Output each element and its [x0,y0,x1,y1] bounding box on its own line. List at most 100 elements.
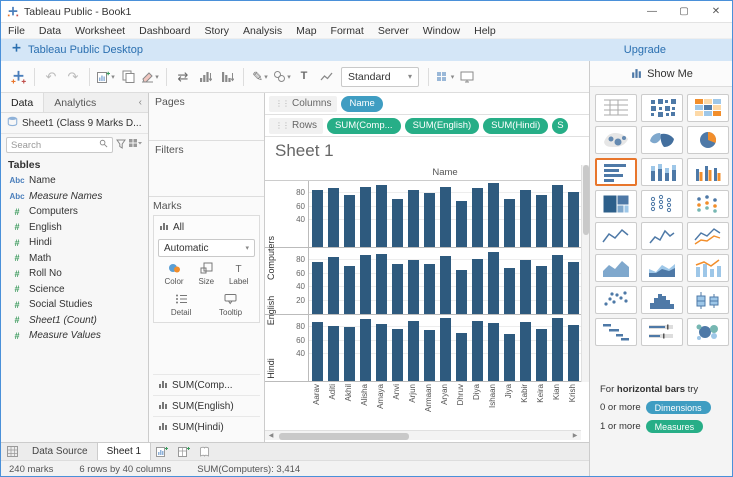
pill-sum-hindi-[interactable]: SUM(Hindi) [483,117,549,134]
mark-labels-button[interactable]: ▾ [435,65,455,89]
minimize-button[interactable]: — [636,1,668,22]
horizontal-scrollbar[interactable]: ◀ ▶ [265,430,581,440]
menu-dashboard[interactable]: Dashboard [132,23,197,38]
measure-card-sum-english-[interactable]: SUM(English) [153,395,260,416]
bar-computers-amaya[interactable] [375,185,387,247]
scroll-left-icon[interactable]: ◀ [265,432,277,439]
menu-story[interactable]: Story [197,23,236,38]
show-me-button[interactable]: Show Me [590,61,732,87]
bar-english-akhil[interactable] [343,265,355,314]
tooltip-button[interactable]: Tooltip [216,291,245,319]
view-options-icon[interactable] [129,138,143,152]
show-me-side-by-side-circles[interactable] [687,190,729,218]
bar-hindi-arjun[interactable] [407,320,419,381]
show-me-heat-map[interactable] [641,94,683,122]
new-worksheet-button[interactable]: ▾ [96,65,116,89]
field-hindi[interactable]: # Hindi [1,235,148,251]
bar-computers-akhil[interactable] [343,194,355,247]
group-members-button[interactable]: ▾ [272,65,292,89]
bar-english-kabir[interactable] [519,260,531,314]
tab-data[interactable]: Data [1,93,45,112]
bar-hindi-aditi[interactable] [327,326,339,381]
show-me-pie-chart[interactable] [687,126,729,154]
fit-dropdown[interactable]: Standard ▾ [341,66,419,87]
clear-sheet-button[interactable]: ▾ [140,65,160,89]
show-me-scatter-plot[interactable] [595,286,637,314]
menu-data[interactable]: Data [32,23,68,38]
show-me-area-chart-continuous[interactable] [595,254,637,282]
bar-computers-ishaan[interactable] [487,183,499,247]
highlight-button[interactable]: ✎ ▾ [250,65,270,89]
bar-hindi-amaya[interactable] [375,324,387,381]
mark-type-dropdown[interactable]: Automatic ▾ [158,239,255,257]
pages-shelf[interactable]: Pages [149,93,264,141]
show-me-text-table[interactable] [595,94,637,122]
field-measure-names[interactable]: Abc Measure Names [1,189,148,205]
pill-s[interactable]: S [552,117,569,134]
tab-analytics[interactable]: Analytics [44,93,106,112]
pill-sum-comp-[interactable]: SUM(Comp... [327,117,401,134]
show-me-box-and-whisker[interactable] [687,286,729,314]
bar-computers-diya[interactable] [471,188,483,247]
color-button[interactable]: Color [161,260,186,288]
new-story-tab-button[interactable] [195,443,217,460]
datasource-item[interactable]: Sheet1 (Class 9 Marks D... [1,113,148,134]
bar-hindi-anvi[interactable] [391,328,403,381]
show-me-gantt[interactable] [595,318,637,346]
columns-shelf[interactable]: ⋮⋮ Columns Name [265,93,589,115]
bar-computers-kian[interactable] [551,185,563,247]
bar-hindi-kabir[interactable] [519,322,531,381]
bar-computers-arjun[interactable] [407,190,419,247]
bar-hindi-diya[interactable] [471,320,483,381]
bar-english-diya[interactable] [471,259,483,314]
close-button[interactable]: ✕ [700,1,732,22]
new-dashboard-tab-button[interactable] [173,443,195,460]
tab-sheet1[interactable]: Sheet 1 [96,443,152,460]
bar-english-kian[interactable] [551,255,563,314]
bar-english-aarav[interactable] [311,261,323,314]
horizontal-scrollbar-thumb[interactable] [279,432,409,440]
field-computers[interactable]: # Computers [1,204,148,220]
bar-english-arjun[interactable] [407,260,419,314]
show-me-horizontal-bars[interactable] [595,158,637,186]
bar-computers-aryan[interactable] [439,186,451,247]
bar-hindi-akhil[interactable] [343,327,355,381]
show-me-packed-bubbles[interactable] [687,318,729,346]
bar-computers-aarav[interactable] [311,190,323,247]
bar-english-keira[interactable] [535,265,547,314]
label-button[interactable]: T Label [226,260,252,288]
search-box[interactable] [6,137,113,153]
menu-format[interactable]: Format [324,23,371,38]
menu-file[interactable]: File [1,23,32,38]
maximize-button[interactable]: ▢ [668,1,700,22]
show-me-discrete-lines[interactable] [641,222,683,250]
bar-english-ishaan[interactable] [487,252,499,314]
fix-axes-button[interactable] [316,65,336,89]
detail-button[interactable]: Detail [168,291,194,319]
field-measure-values[interactable]: # Measure Values [1,328,148,344]
show-me-stacked-bars[interactable] [641,158,683,186]
show-me-side-by-side-bars[interactable] [687,158,729,186]
bar-english-aditi[interactable] [327,257,339,314]
show-me-highlight-table[interactable] [687,94,729,122]
bar-hindi-krish[interactable] [567,324,579,381]
scroll-right-icon[interactable]: ▶ [569,432,581,439]
bar-computers-dhruv[interactable] [455,201,467,247]
rows-shelf[interactable]: ⋮⋮ Rows SUM(Comp... SUM(English) SUM(Hindi… [265,115,589,137]
bar-hindi-ishaan[interactable] [487,323,499,381]
show-me-histogram[interactable] [641,286,683,314]
bar-computers-alisha[interactable] [359,186,371,247]
bar-computers-armaan[interactable] [423,193,435,247]
field-social-studies[interactable]: # Social Studies [1,297,148,313]
show-me-area-chart-discrete[interactable] [641,254,683,282]
filter-icon[interactable] [116,139,126,152]
show-me-circle-views[interactable] [641,190,683,218]
undo-button[interactable]: ↶ [41,65,61,89]
bar-computers-krish[interactable] [567,192,579,247]
bar-english-alisha[interactable] [359,255,371,314]
bar-hindi-dhruv[interactable] [455,332,467,381]
bar-hindi-aarav[interactable] [311,322,323,381]
vertical-scrollbar[interactable] [581,165,589,382]
duplicate-sheet-button[interactable] [118,65,138,89]
menu-analysis[interactable]: Analysis [236,23,289,38]
